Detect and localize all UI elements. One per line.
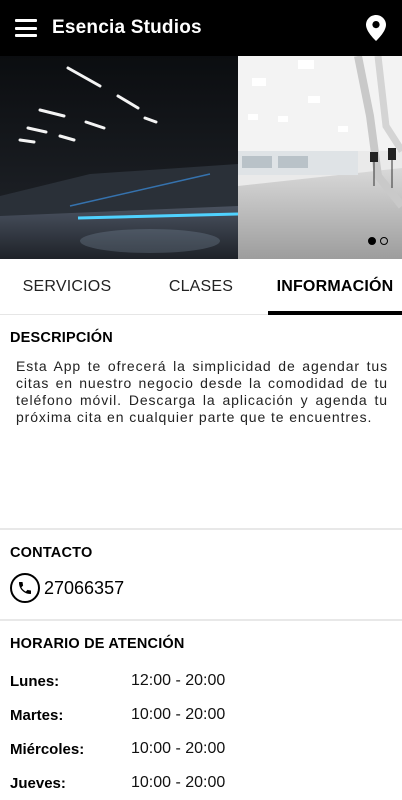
hours-title: HORARIO DE ATENCIÓN bbox=[10, 636, 185, 652]
section-tabs: SERVICIOS CLASES INFORMACIÓN bbox=[0, 259, 402, 315]
hours-time: 10:00 - 20:00 bbox=[131, 706, 226, 723]
hours-row: Lunes: 12:00 - 20:00 bbox=[10, 664, 394, 698]
tab-clases[interactable]: CLASES bbox=[134, 259, 268, 314]
hours-day: Miércoles: bbox=[10, 740, 85, 758]
description-section: DESCRIPCIÓN Esta App te ofrecerá la simp… bbox=[10, 330, 394, 426]
hours-row: Martes: 10:00 - 20:00 bbox=[10, 698, 394, 732]
hours-section: HORARIO DE ATENCIÓN Lunes: 12:00 - 20:00… bbox=[10, 636, 394, 800]
app-title: Esencia Studios bbox=[52, 17, 202, 38]
map-pin-icon bbox=[366, 15, 386, 41]
hours-row: Miércoles: 10:00 - 20:00 bbox=[10, 732, 394, 766]
hours-row: Jueves: 10:00 - 20:00 bbox=[10, 766, 394, 800]
contact-title: CONTACTO bbox=[10, 545, 93, 561]
hours-list: Lunes: 12:00 - 20:00 Martes: 10:00 - 20:… bbox=[10, 664, 394, 800]
hamburger-menu-icon bbox=[15, 19, 37, 37]
carousel-dot[interactable] bbox=[380, 237, 388, 245]
contact-section: CONTACTO 27066357 bbox=[10, 545, 394, 603]
divider bbox=[0, 619, 402, 621]
studio-photo-bright bbox=[238, 56, 402, 259]
hours-time: 10:00 - 20:00 bbox=[131, 774, 226, 791]
description-text: Esta App te ofrecerá la simplicidad de a… bbox=[16, 358, 388, 425]
hours-day: Lunes: bbox=[10, 672, 60, 690]
carousel-dot-active[interactable] bbox=[368, 237, 376, 245]
carousel-indicator bbox=[368, 237, 388, 245]
hours-day: Jueves: bbox=[10, 774, 66, 792]
divider bbox=[0, 528, 402, 530]
hours-time: 10:00 - 20:00 bbox=[131, 740, 226, 757]
studio-photo-dark bbox=[0, 56, 238, 259]
photo-carousel[interactable] bbox=[0, 56, 402, 259]
phone-row[interactable]: 27066357 bbox=[10, 573, 394, 603]
tab-servicios[interactable]: SERVICIOS bbox=[0, 259, 134, 314]
hours-time: 12:00 - 20:00 bbox=[131, 672, 226, 689]
phone-number[interactable]: 27066357 bbox=[44, 578, 124, 599]
tab-informacion[interactable]: INFORMACIÓN bbox=[268, 259, 402, 315]
hours-day: Martes: bbox=[10, 706, 64, 724]
location-button[interactable] bbox=[350, 0, 402, 56]
phone-icon bbox=[10, 573, 40, 603]
description-title: DESCRIPCIÓN bbox=[10, 330, 113, 346]
menu-button[interactable] bbox=[0, 0, 52, 56]
app-bar: Esencia Studios bbox=[0, 0, 402, 56]
